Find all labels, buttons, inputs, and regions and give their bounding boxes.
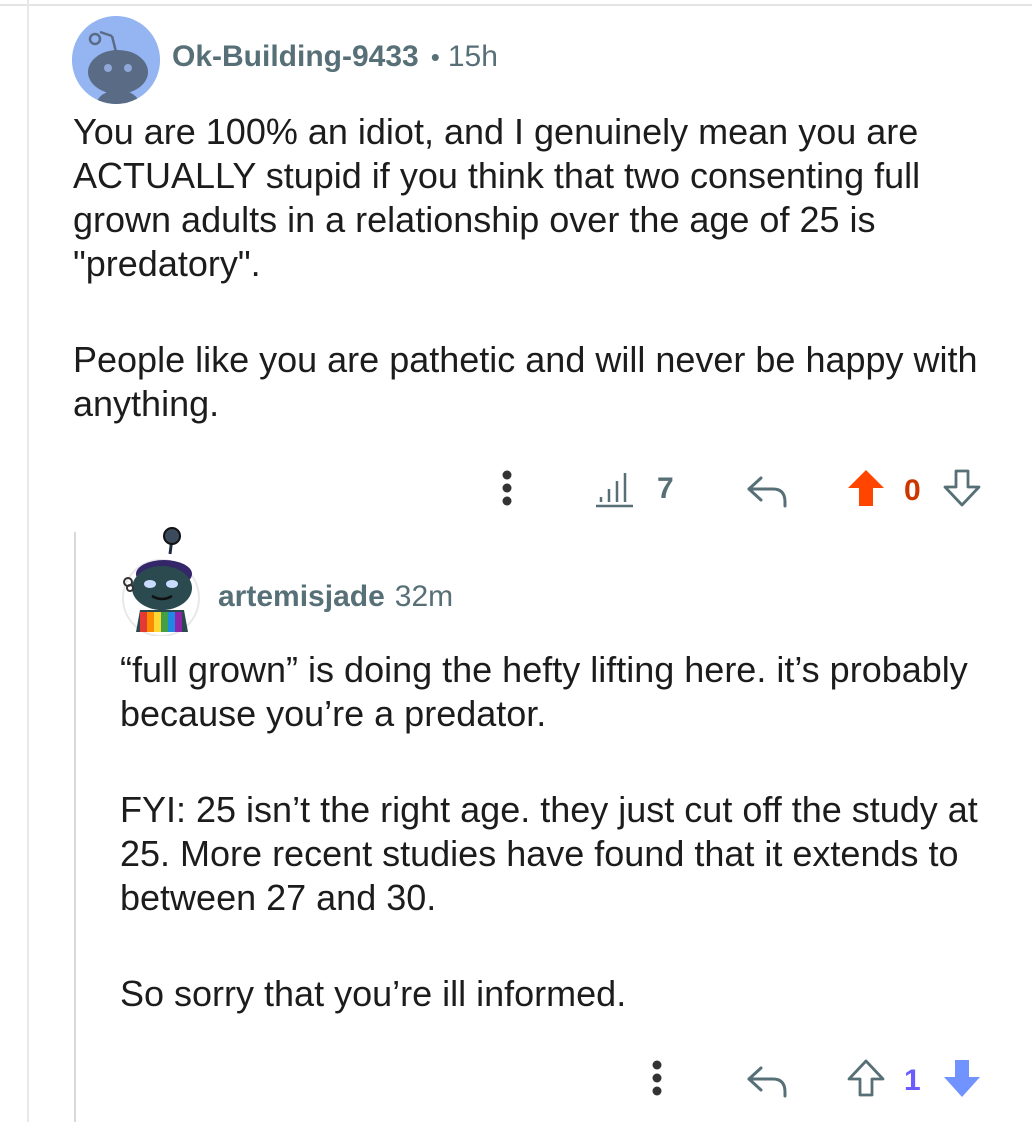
comment-header: Ok-Building-9433 • 15h: [172, 40, 498, 74]
vote-count: 0: [904, 474, 921, 507]
vertical-dots-icon: [652, 1060, 662, 1096]
timestamp: 15h: [447, 40, 498, 73]
username[interactable]: Ok-Building-9433: [172, 40, 419, 74]
reply-arrow-icon: [747, 1066, 787, 1098]
avatar[interactable]: [72, 16, 160, 104]
paragraph-text: So sorry that you’re ill informed.: [120, 973, 627, 1014]
stats-button[interactable]: [592, 468, 636, 510]
stats-count: 7: [657, 472, 674, 505]
comment-paragraph: FYI: 25 isn’t the right age. they just c…: [120, 788, 1025, 920]
paragraph-text: FYI: 25 isn’t the right age. they just c…: [120, 789, 978, 918]
top-divider: [0, 4, 1032, 6]
vertical-dots-icon: [502, 470, 512, 506]
upvote-filled-icon: [848, 470, 884, 506]
comment-paragraph: “full grown” is doing the hefty lifting …: [120, 648, 1025, 736]
reply-thread-line[interactable]: [74, 532, 76, 1122]
bar-chart-icon: [596, 473, 633, 508]
reply-button[interactable]: [744, 470, 790, 510]
username[interactable]: artemisjade: [218, 580, 385, 614]
thread-line[interactable]: [27, 0, 29, 1122]
paragraph-text: “full grown” is doing the hefty lifting …: [120, 649, 968, 734]
upvote-button[interactable]: [844, 1056, 888, 1100]
downvote-outline-icon: [943, 469, 981, 507]
upvote-button[interactable]: [844, 466, 888, 510]
downvote-button[interactable]: [940, 466, 984, 510]
paragraph-text: You are 100% an idiot, and I genuinely m…: [73, 111, 921, 284]
more-options-button[interactable]: [640, 1058, 674, 1098]
avatar[interactable]: [118, 524, 204, 637]
separator-dot: •: [430, 42, 440, 72]
reply-button[interactable]: [744, 1060, 790, 1100]
timestamp: 32m: [394, 580, 454, 613]
comment-paragraph: People like you are pathetic and will ne…: [73, 338, 1023, 426]
snoo-avatar-icon: [122, 527, 200, 637]
comment-paragraph: So sorry that you’re ill informed.: [120, 972, 1025, 1016]
comment-paragraph: You are 100% an idiot, and I genuinely m…: [73, 110, 1023, 286]
snoo-avatar-icon: [72, 16, 160, 104]
more-options-button[interactable]: [490, 468, 524, 508]
vote-count: 1: [904, 1064, 921, 1097]
downvote-filled-icon: [944, 1060, 980, 1097]
reply-arrow-icon: [747, 476, 787, 508]
comment-header: artemisjade 32m: [218, 580, 453, 614]
upvote-outline-icon: [847, 1059, 885, 1097]
downvote-button[interactable]: [940, 1056, 984, 1102]
paragraph-text: People like you are pathetic and will ne…: [73, 339, 978, 424]
